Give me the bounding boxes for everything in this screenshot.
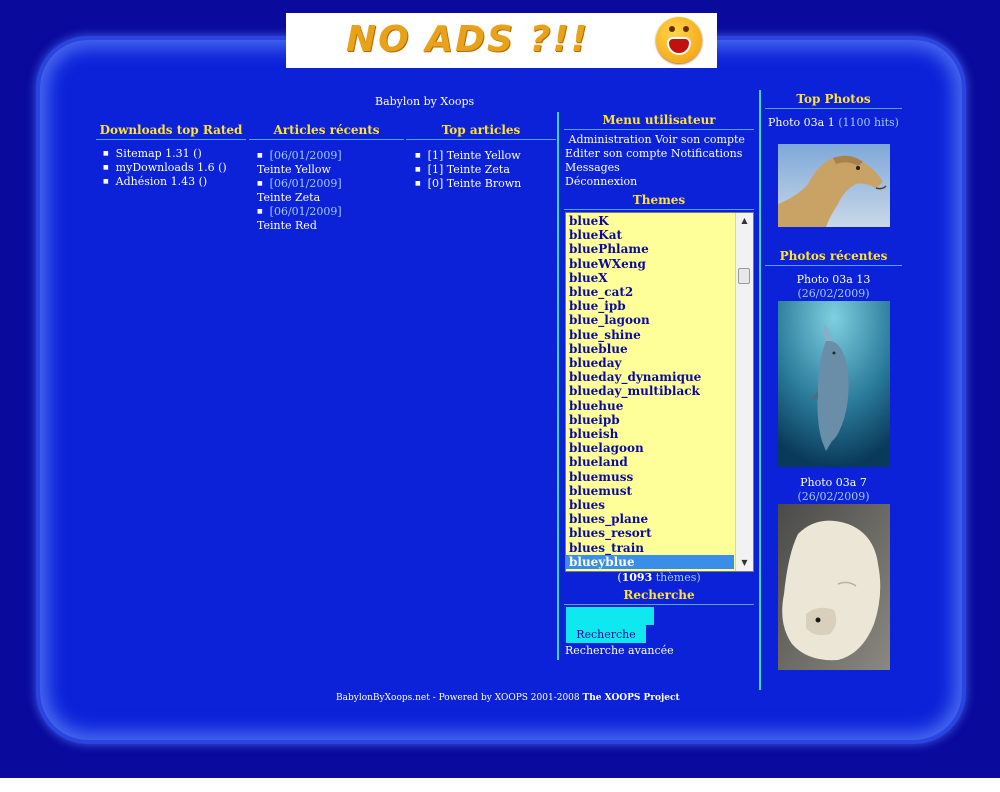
theme-option[interactable]: blueK — [566, 214, 734, 228]
themes-scrollbar[interactable]: ▲ ▼ — [735, 213, 753, 571]
shouting-smiley-icon — [656, 17, 702, 63]
theme-option[interactable]: blues — [566, 498, 734, 512]
theme-option[interactable]: blueWXeng — [566, 257, 734, 271]
theme-option[interactable]: bluemuss — [566, 470, 734, 484]
recent-articles-list: ■ [06/01/2009] Teinte Yellow ■ [06/01/2009]… — [257, 149, 397, 233]
search-input[interactable] — [566, 607, 654, 625]
download-item[interactable]: Sitemap 1.31 () — [103, 147, 227, 161]
recent-photos-title: Photos récentes — [765, 249, 902, 266]
download-item[interactable]: myDownloads 1.6 () — [103, 161, 227, 175]
theme-option[interactable]: blues_train — [566, 541, 734, 555]
theme-option[interactable]: bluemust — [566, 484, 734, 498]
theme-option[interactable]: blue_shine — [566, 328, 734, 342]
no-ads-banner[interactable]: NO ADS ?!! — [286, 13, 717, 68]
list-item[interactable]: [1] Teinte Zeta — [415, 163, 521, 177]
theme-option[interactable]: blue_ipb — [566, 299, 734, 313]
menu-item-view-account[interactable]: Voir son compte — [655, 133, 745, 146]
top-photos-title: Top Photos — [765, 92, 902, 109]
themes-count: (1093 thèmes) — [617, 571, 701, 584]
menu-item-edit-account[interactable]: Editer son compte — [565, 147, 667, 160]
themes-options: blueK blueKat bluePhlame blueWXeng blueX blue… — [566, 214, 734, 570]
scroll-thumb[interactable] — [738, 268, 750, 284]
downloads-title: Downloads top Rated — [96, 123, 246, 140]
theme-option[interactable]: blue_lagoon — [566, 313, 734, 327]
theme-option[interactable]: blueish — [566, 427, 734, 441]
themes-select[interactable]: blueK blueKat bluePhlame blueWXeng blueX blue… — [565, 212, 754, 572]
download-item[interactable]: Adhésion 1.43 () — [103, 175, 227, 189]
scroll-down-icon[interactable]: ▼ — [736, 555, 753, 571]
search-title: Recherche — [564, 588, 754, 605]
top-photo-caption[interactable]: Photo 03a 1 (1100 hits) — [765, 116, 902, 130]
recent-articles-title: Articles récents — [249, 123, 404, 140]
menu-item-notifications[interactable]: Notifications — [671, 147, 743, 160]
user-menu-list: Administration Voir son compte Editer so… — [565, 133, 753, 189]
menu-item-administration[interactable]: Administration — [569, 133, 652, 146]
xoops-project-link[interactable]: The XOOPS Project — [583, 693, 680, 703]
theme-option[interactable]: blueyblue — [566, 554, 734, 570]
theme-option[interactable]: blueKat — [566, 228, 734, 242]
theme-option[interactable]: bluePhlame — [566, 242, 734, 256]
scroll-up-icon[interactable]: ▲ — [736, 213, 753, 229]
theme-option[interactable]: blueland — [566, 455, 734, 469]
column-divider — [759, 90, 761, 690]
user-menu-title: Menu utilisateur — [564, 113, 754, 130]
search-button[interactable]: Recherche — [566, 625, 646, 643]
list-item[interactable]: ■ [06/01/2009] Teinte Yellow — [257, 149, 397, 177]
theme-option[interactable]: blueblue — [566, 342, 734, 356]
themes-title: Themes — [564, 193, 754, 210]
theme-option[interactable]: blueday_multiblack — [566, 384, 734, 398]
downloads-list: Sitemap 1.31 () myDownloads 1.6 () Adhés… — [103, 147, 227, 189]
theme-option[interactable]: blue_cat2 — [566, 285, 734, 299]
list-item[interactable]: ■ [06/01/2009] Teinte Red — [257, 205, 397, 233]
column-divider — [557, 112, 559, 660]
footer: BabylonByXoops.net - Powered by XOOPS 20… — [336, 693, 680, 703]
list-item[interactable]: ■ [06/01/2009] Teinte Zeta — [257, 177, 397, 205]
list-item[interactable]: [1] Teinte Yellow — [415, 149, 521, 163]
menu-item-logout[interactable]: Déconnexion — [565, 175, 637, 188]
theme-option[interactable]: blueipb — [566, 413, 734, 427]
top-articles-title: Top articles — [406, 123, 556, 140]
theme-option[interactable]: bluehue — [566, 399, 734, 413]
site-title: Babylon by Xoops — [375, 95, 475, 108]
advanced-search-link[interactable]: Recherche avancée — [565, 644, 674, 658]
theme-option[interactable]: blueX — [566, 271, 734, 285]
dolphin-photo[interactable] — [778, 301, 890, 467]
recent-photo-caption[interactable]: Photo 03a 13 (26/02/2009) — [765, 273, 902, 301]
theme-option[interactable]: blues_resort — [566, 526, 734, 540]
polar-bear-photo[interactable] — [778, 504, 890, 670]
theme-option[interactable]: blueday — [566, 356, 734, 370]
top-articles-list: [1] Teinte Yellow [1] Teinte Zeta [0] Te… — [415, 149, 522, 191]
banner-text: NO ADS ?!! — [346, 19, 590, 60]
theme-option[interactable]: bluelagoon — [566, 441, 734, 455]
list-item[interactable]: [0] Teinte Brown — [415, 177, 522, 191]
menu-item-messages[interactable]: Messages — [565, 161, 620, 174]
theme-option[interactable]: blueday_dynamique — [566, 370, 734, 384]
theme-option[interactable]: blues_plane — [566, 512, 734, 526]
camel-photo[interactable] — [778, 144, 890, 227]
recent-photo-caption[interactable]: Photo 03a 7 (26/02/2009) — [765, 476, 902, 504]
